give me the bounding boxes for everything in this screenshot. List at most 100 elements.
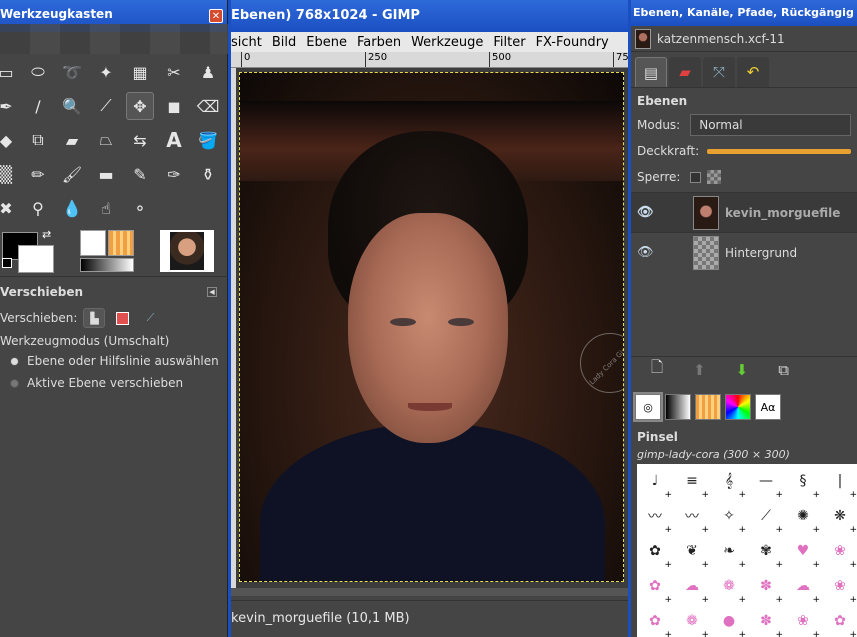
scale-icon[interactable]: ⧉: [24, 126, 52, 154]
patterns-tab-icon[interactable]: [695, 394, 721, 420]
menu-tools[interactable]: Werkzeuge: [411, 35, 483, 50]
brush-cell[interactable]: ⟋: [748, 499, 784, 535]
brush-cell[interactable]: ❧: [711, 534, 747, 570]
zoom-icon[interactable]: 🔍: [58, 92, 86, 120]
move-icon[interactable]: ✥: [126, 92, 154, 120]
bucket-fill-icon[interactable]: 🪣: [194, 126, 222, 154]
brush-cell[interactable]: §: [785, 464, 821, 500]
crop-icon[interactable]: ⌫: [194, 92, 222, 120]
perspective-clone-icon[interactable]: ⚲: [24, 194, 52, 222]
brush-cell[interactable]: ✿: [822, 604, 857, 637]
pencil-icon[interactable]: ✏: [24, 160, 52, 188]
menu-image[interactable]: Bild: [272, 35, 296, 50]
brush-cell[interactable]: ✾: [748, 534, 784, 570]
brush-cell[interactable]: ♩: [637, 464, 673, 500]
brush-cell[interactable]: ❀: [822, 534, 857, 570]
rect-select-icon[interactable]: ▭: [0, 58, 20, 86]
paths-tab-icon[interactable]: ⤧: [703, 57, 735, 87]
layers-tab-icon[interactable]: ▤: [635, 57, 667, 87]
radio-dot[interactable]: [10, 378, 19, 388]
brush-cell[interactable]: ✿: [637, 569, 673, 605]
move-selection-icon[interactable]: [111, 308, 133, 328]
foreground-select-icon[interactable]: ♟: [194, 58, 222, 86]
brush-cell[interactable]: ✽: [748, 569, 784, 605]
brush-cell[interactable]: ❁: [674, 604, 710, 637]
horizontal-ruler[interactable]: 0 250 500 750: [231, 52, 628, 68]
brush-cell[interactable]: ❀: [822, 569, 857, 605]
palettes-tab-icon[interactable]: [725, 394, 751, 420]
move-path-icon[interactable]: ⟋: [139, 308, 161, 328]
channels-tab-icon[interactable]: ▰: [669, 57, 701, 87]
flip-icon[interactable]: ⇆: [126, 126, 154, 154]
duplicate-layer-icon[interactable]: ⧉: [778, 361, 789, 379]
fonts-tab-icon[interactable]: Aα: [755, 394, 781, 420]
perspective-icon[interactable]: ⏢: [92, 126, 120, 154]
canvas-area[interactable]: Lady Cora Gimp: [231, 68, 628, 588]
brush-cell[interactable]: ✺: [785, 499, 821, 535]
image-selector[interactable]: katzenmensch.xcf-11: [631, 26, 857, 52]
opacity-slider[interactable]: [707, 148, 851, 154]
new-layer-icon[interactable]: 🗋: [651, 357, 663, 382]
layer-row[interactable]: 👁 kevin_morguefile: [631, 192, 857, 232]
shear-icon[interactable]: ▰: [58, 126, 86, 154]
brush-cell[interactable]: ●: [711, 604, 747, 637]
vertical-ruler[interactable]: [231, 68, 236, 588]
pattern-selector[interactable]: [108, 230, 134, 256]
color-picker-icon[interactable]: ∕: [24, 92, 52, 120]
brush-cell[interactable]: ❀: [785, 604, 821, 637]
close-icon[interactable]: ✕: [209, 9, 223, 23]
dodge-burn-icon[interactable]: ⚬: [126, 194, 154, 222]
visibility-eye-icon[interactable]: 👁: [637, 245, 657, 260]
brush-cell[interactable]: |: [822, 464, 857, 500]
brush-cell[interactable]: ≡: [674, 464, 710, 500]
visibility-eye-icon[interactable]: 👁: [637, 205, 657, 220]
move-layer-icon[interactable]: ▙: [83, 308, 106, 328]
gradient-selector[interactable]: [80, 258, 134, 272]
brush-cell[interactable]: ☁: [785, 569, 821, 605]
airbrush-icon[interactable]: ✎: [126, 160, 154, 188]
lock-alpha-icon[interactable]: [707, 170, 722, 184]
brushes-tab-icon[interactable]: ◎: [633, 392, 663, 422]
gradients-tab-icon[interactable]: [665, 394, 691, 420]
brush-cell[interactable]: ✿: [637, 604, 673, 637]
clone-icon[interactable]: ⚱: [194, 160, 222, 188]
ink-icon[interactable]: ✑: [160, 160, 188, 188]
menu-filters[interactable]: Filter: [493, 35, 525, 50]
mode-select[interactable]: Normal: [690, 114, 851, 136]
radio-dot-selected[interactable]: [10, 356, 19, 366]
brush-cell[interactable]: ✧: [711, 499, 747, 535]
lower-layer-icon[interactable]: ⬇: [736, 361, 749, 379]
blur-icon[interactable]: 💧: [58, 194, 86, 222]
brush-cell[interactable]: ✽: [748, 604, 784, 637]
smudge-icon[interactable]: ☝: [92, 194, 120, 222]
measure-icon[interactable]: ⟋: [92, 92, 120, 120]
heal-icon[interactable]: ✖: [0, 194, 20, 222]
raise-layer-icon[interactable]: ⬆: [693, 361, 706, 379]
brush-cell[interactable]: 〰: [674, 499, 710, 535]
eraser-icon[interactable]: ▬: [92, 160, 120, 188]
text-icon[interactable]: A: [160, 126, 188, 154]
scissors-icon[interactable]: ✂: [160, 58, 188, 86]
horizontal-scrollbar[interactable]: [231, 588, 628, 596]
background-color-swatch[interactable]: [18, 245, 54, 273]
brush-cell[interactable]: ☁: [674, 569, 710, 605]
menu-view[interactable]: sicht: [231, 35, 262, 50]
menu-fx-foundry[interactable]: FX-Foundry: [536, 35, 609, 50]
layer-row[interactable]: 👁 Hintergrund: [631, 232, 857, 272]
align-icon[interactable]: ◼: [160, 92, 188, 120]
brush-cell[interactable]: ♥: [785, 534, 821, 570]
brush-cell[interactable]: ❁: [711, 569, 747, 605]
brush-cell[interactable]: ❋: [822, 499, 857, 535]
fuzzy-select-icon[interactable]: ✦: [92, 58, 120, 86]
reset-colors-icon[interactable]: [2, 258, 12, 268]
menu-colors[interactable]: Farben: [357, 35, 401, 50]
brush-cell[interactable]: ✿: [637, 534, 673, 570]
brush-cell[interactable]: 〰: [637, 499, 673, 535]
active-image-thumbnail[interactable]: [160, 230, 214, 272]
lasso-icon[interactable]: ➰: [58, 58, 86, 86]
menu-layer[interactable]: Ebene: [306, 35, 347, 50]
radio-pick-layer[interactable]: Ebene oder Hilfslinie auswählen: [10, 354, 219, 368]
brush-cell[interactable]: 𝄞: [711, 464, 747, 500]
rotate-icon[interactable]: ◆: [0, 126, 20, 154]
blend-icon[interactable]: ▒: [0, 160, 20, 188]
